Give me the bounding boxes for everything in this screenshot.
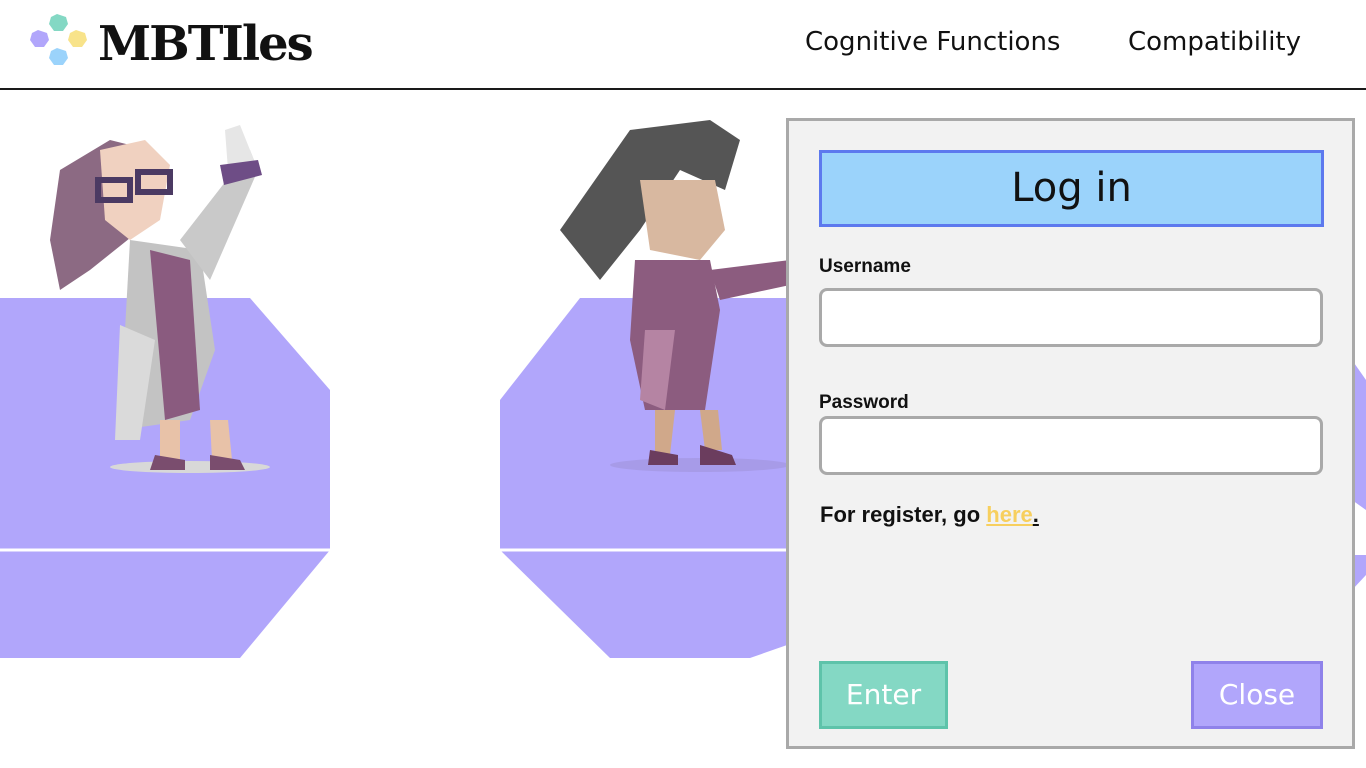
register-link[interactable]: here <box>986 502 1032 527</box>
dialog-title: Log in <box>819 150 1324 227</box>
register-suffix: . <box>1032 502 1039 527</box>
enter-button[interactable]: Enter <box>819 661 948 729</box>
card-label-intp: INTP <box>58 666 242 739</box>
username-label: Username <box>819 256 911 277</box>
password-input[interactable] <box>819 416 1323 475</box>
top-header: MBTIles Cognitive Functions Compatibilit… <box>0 0 1366 90</box>
register-text: For register, go here. <box>820 502 1039 528</box>
nav-cognitive-functions[interactable]: Cognitive Functions <box>805 24 1060 60</box>
type-card-intp[interactable]: INTP <box>0 110 330 738</box>
type-card-entj[interactable]: ENTJ <box>500 110 830 738</box>
login-dialog: Log in Username Password For register, g… <box>786 118 1355 749</box>
nav-compatibility[interactable]: Compatibility <box>1128 24 1301 60</box>
register-prefix: For register, go <box>820 502 987 527</box>
password-label: Password <box>819 392 909 413</box>
username-input[interactable] <box>819 288 1323 347</box>
brand-title[interactable]: MBTIles <box>98 14 314 74</box>
close-button[interactable]: Close <box>1191 661 1323 729</box>
logo-icon[interactable] <box>24 12 90 76</box>
